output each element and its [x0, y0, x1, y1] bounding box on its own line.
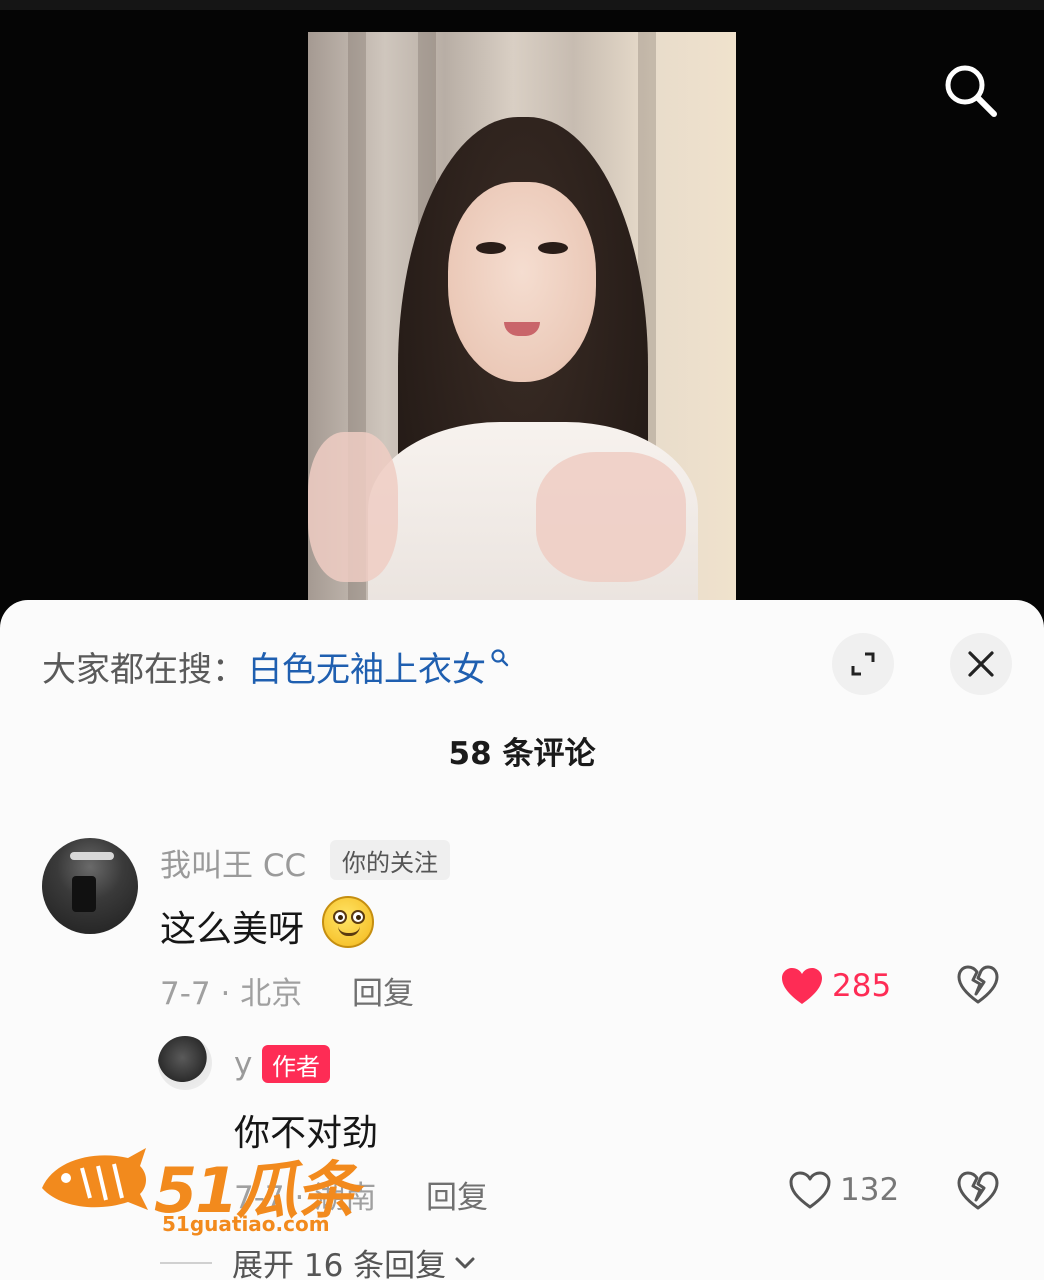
expand-sheet-button[interactable] [832, 633, 894, 695]
emoji-eye [333, 910, 347, 924]
like-count: 285 [832, 968, 892, 1004]
reply-button[interactable]: 回复 [426, 1172, 488, 1217]
suggestion-label: 大家都在搜： [42, 649, 246, 690]
hand [308, 432, 398, 582]
watermark-url: 51guatiao.com [162, 1212, 330, 1236]
comment-count-title: 58 条评论 [448, 736, 596, 772]
dislike-button[interactable] [956, 964, 1000, 1010]
reply-username[interactable]: y [234, 1046, 252, 1082]
like-button[interactable]: 285 [780, 966, 891, 1006]
status-bar [0, 0, 1044, 10]
avatar-detail [70, 852, 114, 860]
hand [536, 452, 686, 582]
like-count: 132 [840, 1172, 900, 1208]
avatar-detail [72, 876, 96, 912]
broken-heart-icon [957, 1171, 999, 1210]
search-icon [491, 649, 509, 667]
divider [160, 1261, 212, 1264]
comment-text[interactable]: 这么美呀 [160, 900, 304, 952]
lips [504, 322, 540, 336]
chevron-down-icon [455, 1257, 475, 1268]
close-icon [968, 651, 994, 677]
dislike-button[interactable] [956, 1170, 1000, 1216]
expand-replies-label: 展开 16 条回复 [232, 1248, 447, 1280]
author-badge: 作者 [262, 1045, 330, 1083]
heart-filled-icon [782, 968, 822, 1004]
search-button[interactable] [938, 58, 1002, 122]
watermark-logo: 51瓜条 51guatiao.com [36, 1140, 366, 1236]
video-frame[interactable] [308, 32, 736, 612]
search-suggestion[interactable]: 大家都在搜： 白色无袖上衣女 [42, 642, 510, 691]
comment-username[interactable]: 我叫王 CC [160, 840, 306, 885]
suggestion-term[interactable]: 白色无袖上衣女 [248, 642, 486, 691]
smile-emoji-icon [322, 896, 374, 948]
like-button[interactable]: 132 [788, 1170, 899, 1210]
search-icon [945, 65, 997, 117]
avatar[interactable] [42, 838, 138, 934]
following-badge: 你的关注 [330, 840, 450, 880]
heart-outline-icon [789, 1171, 831, 1209]
fish-logo-icon [42, 1148, 148, 1210]
eye [476, 242, 506, 254]
comment-meta: 7-7 · 北京 [160, 976, 303, 1012]
reply-button[interactable]: 回复 [352, 968, 414, 1013]
close-sheet-button[interactable] [950, 633, 1012, 695]
emoji-eye [351, 910, 365, 924]
video-player[interactable] [0, 0, 1044, 620]
expand-icon [851, 652, 875, 676]
person-face [448, 182, 596, 382]
emoji-mouth [338, 926, 360, 936]
avatar[interactable] [158, 1036, 212, 1090]
eye [538, 242, 568, 254]
broken-heart-icon [957, 965, 999, 1004]
expand-replies-button[interactable]: 展开 16 条回复 [160, 1240, 478, 1280]
